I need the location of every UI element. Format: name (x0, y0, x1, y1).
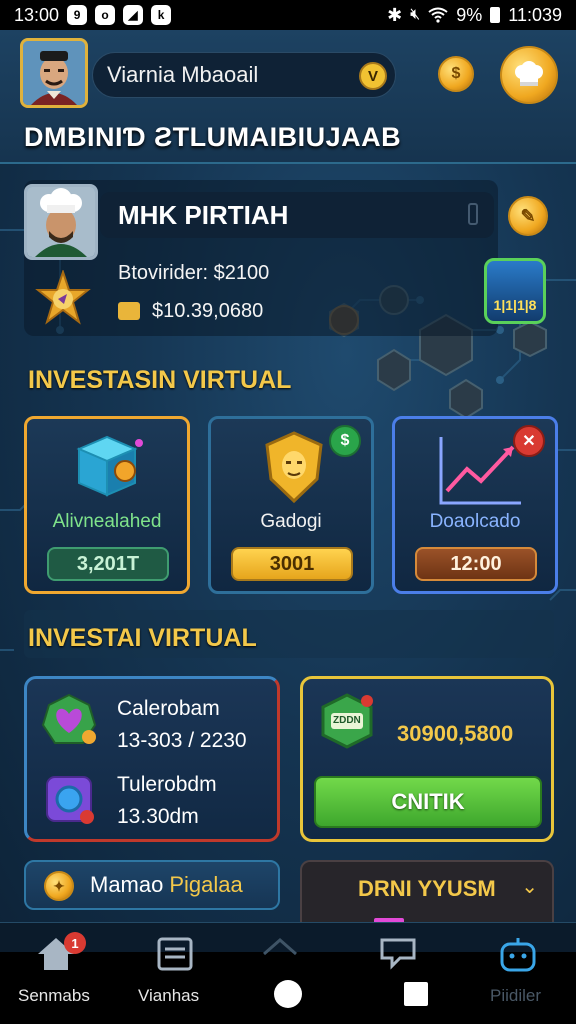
user-name-pill[interactable]: Viarnia Mbaoail V (92, 52, 396, 98)
profile-name: MHK PIRTIAH (118, 199, 289, 230)
battery-percent: 9% (456, 4, 483, 25)
hex-badge-text: ZDDN (333, 715, 361, 726)
panel-row-value: 13-303 / 2230 (117, 729, 247, 752)
battery-icon (490, 7, 501, 23)
app-screen: Viarnia Mbaoail V $ DMBINIƊ ƧTLUMAIBIUJA… (0, 30, 576, 952)
level-badge-text: 1|1|1|8 (493, 297, 537, 313)
mute-icon: 🔇︎ (410, 6, 421, 23)
card-badge-icon: $ (329, 425, 361, 457)
profile-line-1: Btovirider: $2100 (118, 262, 270, 284)
header: Viarnia Mbaoail V $ DMBINIƊ ƧTLUMAIBIUJA… (0, 30, 576, 164)
card-value-button[interactable]: 3,201T (47, 547, 169, 581)
chef-portrait-icon (27, 187, 95, 257)
house-outline-icon[interactable] (262, 936, 298, 956)
status-clock-right: 11:039 (508, 4, 562, 25)
user-avatar[interactable] (20, 38, 88, 108)
left-panel: Calerobam 13-303 / 2230 Tulerobdm 13.30d… (24, 676, 280, 842)
section-title-investai: INVESTAI VIRTUAL (28, 624, 257, 652)
heart-gem-icon (41, 693, 97, 744)
image-notification-icon: ◢ (123, 5, 144, 25)
dropdown-text: DRNI YYUSM (358, 876, 496, 901)
more-options-icon[interactable] (468, 203, 478, 225)
status-time: 13:00 (14, 4, 60, 25)
status-bar: 13:00 9 o ◢ k ✱ 🔇︎ 9% 11:039 (0, 0, 576, 30)
promo-accent-text: Pigalaa (169, 872, 243, 897)
k-notification-icon: k (151, 5, 172, 25)
nav-label-piidiler[interactable]: Piidiler (490, 986, 541, 1006)
card-label: Alivnealahed (52, 511, 162, 532)
wifi-icon (428, 7, 448, 23)
panel-row-value: 13.30dm (117, 805, 199, 828)
card-icon[interactable] (378, 936, 418, 970)
panel-row-title: Calerobam (117, 697, 220, 720)
shield-icon (265, 431, 323, 504)
claim-button[interactable]: CNITIK (314, 776, 542, 828)
profile-line-2: $10.39,0680 (152, 300, 264, 322)
section-title-investasin: INVESTASIN VIRTUAL (28, 366, 292, 394)
banner-title: DMBINIƊ ƧTLUMAIBIUJAAB (24, 122, 402, 152)
chart-up-icon (439, 437, 521, 505)
app-notification-icon: 9 (67, 5, 88, 25)
panel-row-title: Tulerobdm (117, 773, 217, 796)
chef-hat-coin-icon[interactable] (500, 46, 558, 104)
recents-square-button[interactable] (404, 982, 428, 1006)
document-icon[interactable] (156, 936, 194, 972)
gold-star-badge-icon (35, 270, 91, 325)
ring-gem-icon (46, 776, 94, 824)
card-label: Gadogi (260, 511, 322, 532)
level-badge[interactable]: 1|1|1|8 (484, 258, 546, 324)
nav-label-vianhas[interactable]: Vianhas (138, 986, 199, 1006)
notification-badge: 1 (64, 932, 86, 954)
bluetooth-icon: ✱ (387, 4, 403, 25)
investment-card[interactable]: ✕ Doaolcado 12:00 (392, 416, 558, 594)
promo-text: Mamao (90, 872, 164, 897)
gold-coin-icon[interactable]: $ (438, 56, 474, 92)
nav-label-home[interactable]: Senmabs (18, 986, 90, 1006)
avatar-portrait-icon (23, 41, 85, 105)
profile-avatar[interactable] (24, 184, 98, 260)
bot-icon[interactable] (498, 936, 538, 974)
card-value-button[interactable]: 12:00 (415, 547, 537, 581)
hex-badge-icon: ZDDN (319, 693, 375, 749)
user-name: Viarnia Mbaoail (107, 62, 259, 87)
investment-card[interactable]: $ Gadogi 3001 (208, 416, 374, 594)
promo-coin-icon: ✦ (44, 871, 74, 901)
card-value-button[interactable]: 3001 (231, 547, 353, 581)
verified-badge-icon: V (359, 62, 387, 90)
right-panel-amount: 30900,5800 (397, 721, 514, 746)
edit-coin-icon[interactable]: ✎ (508, 196, 548, 236)
profile-name-pill[interactable]: MHK PIRTIAH (100, 192, 494, 238)
investment-card[interactable]: Alivnealahed 3,201T (24, 416, 190, 594)
cube-icon (76, 435, 143, 497)
chef-hat-icon (515, 61, 543, 86)
bottom-nav: 1 Senmabs Vianhas Piidiler (0, 932, 576, 1024)
message-notification-icon: o (95, 5, 116, 25)
card-label: Doaolcado (429, 511, 521, 532)
promo-button[interactable]: ✦ Mamao Pigalaa (24, 860, 280, 910)
chevron-down-icon: ⌄ (521, 876, 538, 898)
home-circle-button[interactable] (274, 980, 302, 1008)
wallet-icon (118, 302, 140, 320)
